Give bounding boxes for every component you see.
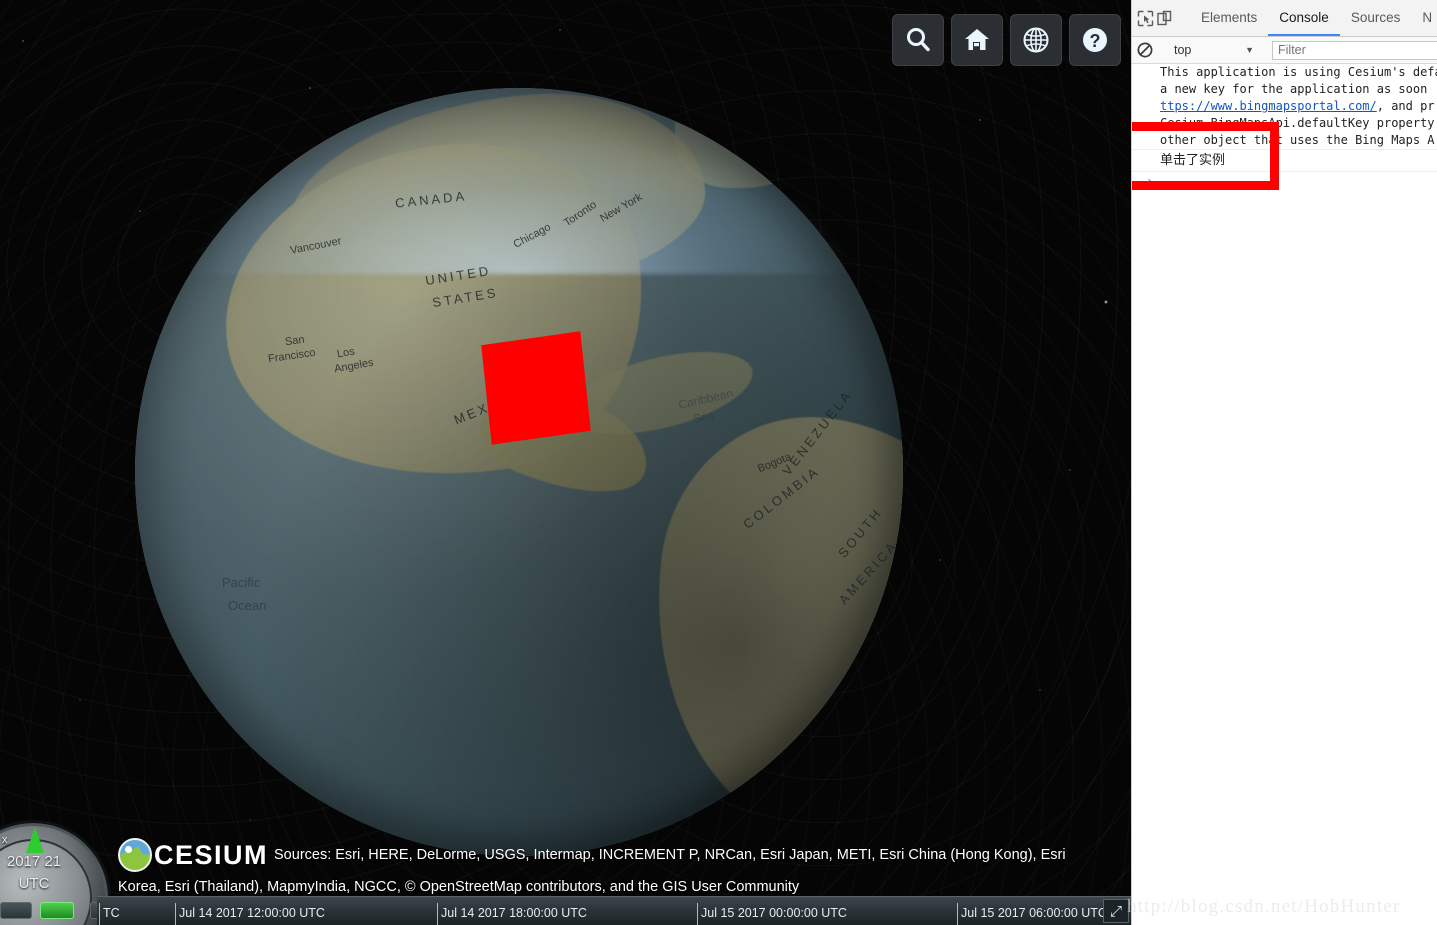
timeline-tick-label: TC [103, 906, 120, 920]
console-warning-message: This application is using Cesium's defa [1160, 65, 1437, 79]
console-link[interactable]: ttps://www.bingmapsportal.com/ [1160, 99, 1377, 113]
timeline-tick [697, 903, 698, 925]
globe-sphere[interactable] [135, 88, 903, 856]
credits-line-1: Sources: Esri, HERE, DeLorme, USGS, Inte… [274, 846, 1066, 863]
animation-play-button[interactable] [40, 902, 74, 919]
timeline-tick [175, 903, 176, 925]
tab-console[interactable]: Console [1268, 0, 1340, 36]
red-rectangle-entity[interactable] [481, 331, 591, 445]
timeline-tick-label: Jul 15 2017 06:00:00 UTC [961, 906, 1107, 920]
timeline-tick-label: Jul 14 2017 12:00:00 UTC [179, 906, 325, 920]
console-warning-message: Cesium.BingMapsApi.defaultKey property [1160, 116, 1435, 130]
console-warning-message: a new key for the application as soon [1160, 82, 1435, 96]
devtools-panel[interactable]: Elements Console Sources N top ▼ This ap… [1131, 0, 1437, 925]
help-icon[interactable]: ? [1069, 14, 1121, 66]
console-warning-message: ttps://www.bingmapsportal.com/, and pr [1160, 99, 1435, 113]
cesium-viewer[interactable]: CANADA UNITED STATES MEXICO COLOMBIA VENEZUEL… [0, 0, 1131, 925]
clock-line-1: x [2, 834, 8, 846]
timeline-widget[interactable]: TC Jul 14 2017 12:00:00 UTC Jul 14 2017 18… [97, 896, 1131, 925]
tab-network[interactable]: N [1411, 0, 1437, 36]
console-filter-bar[interactable]: top ▼ [1132, 37, 1437, 64]
globe-icon[interactable] [1010, 14, 1062, 66]
cesium-toolbar[interactable]: ? [892, 14, 1121, 66]
credits-container: CESIUM Sources: Esri, HERE, DeLorme, USG… [118, 838, 1118, 903]
tab-elements[interactable]: Elements [1190, 0, 1268, 36]
clock-line-2: 2017 [6, 853, 41, 870]
timeline-fullscreen-button[interactable]: ⤢ [1103, 899, 1129, 923]
home-icon[interactable] [951, 14, 1003, 66]
timeline-tick-label: Jul 15 2017 00:00:00 UTC [701, 906, 847, 920]
cesium-logo-mark [118, 838, 152, 872]
globe[interactable] [119, 72, 919, 872]
timeline-tick [99, 903, 100, 925]
console-message-list[interactable]: This application is using Cesium's defa a… [1132, 64, 1437, 191]
console-filter-input[interactable] [1272, 40, 1437, 60]
console-log-message: 单击了实例 [1132, 149, 1437, 172]
blog-watermark: http://blog.csdn.net/HobHunter [1127, 896, 1401, 917]
search-icon[interactable] [892, 14, 944, 66]
timeline-tick [437, 903, 438, 925]
animation-clock-readout: x 2017 21 UTC [2, 829, 66, 895]
globe-rim-light [135, 88, 903, 856]
inspect-element-icon[interactable] [1137, 4, 1154, 32]
device-toolbar-icon[interactable] [1156, 4, 1173, 32]
execution-context-select[interactable]: top ▼ [1166, 43, 1260, 57]
cesium-logo-text: CESIUM [154, 839, 269, 870]
timeline-track[interactable]: TC Jul 14 2017 12:00:00 UTC Jul 14 2017 18… [97, 903, 1131, 925]
execution-context-value: top [1174, 43, 1192, 57]
clear-console-icon[interactable] [1137, 36, 1153, 64]
chevron-down-icon: ▼ [1245, 45, 1254, 55]
console-input-prompt[interactable]: › [1132, 172, 1437, 191]
tab-sources[interactable]: Sources [1340, 0, 1412, 36]
timeline-tick-label: Jul 14 2017 18:00:00 UTC [441, 906, 587, 920]
devtools-tabbar[interactable]: Elements Console Sources N [1132, 0, 1437, 37]
timeline-tick [957, 903, 958, 925]
animation-pause-button[interactable] [0, 902, 32, 919]
svg-text:?: ? [1090, 31, 1101, 51]
console-warning-message: other object that uses the Bing Maps A [1160, 133, 1435, 147]
screen-root: CANADA UNITED STATES MEXICO COLOMBIA VENEZUEL… [0, 0, 1437, 925]
cesium-logo[interactable]: CESIUM [118, 838, 268, 872]
